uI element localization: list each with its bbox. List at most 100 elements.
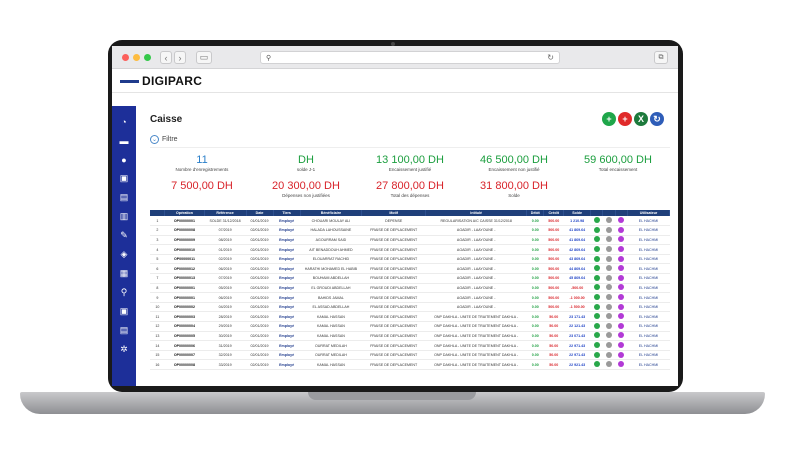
edit-icon[interactable] xyxy=(593,246,600,253)
table-row[interactable]: 10 OP00000002 04/2019 02/01/2019 Employé EL A… xyxy=(150,302,670,313)
minimize-window-button[interactable] xyxy=(133,54,140,61)
table-row[interactable]: 5 OP00000011 02/2019 02/01/2019 Employé ELOUA… xyxy=(150,254,670,265)
credit-cell: 500.00 xyxy=(543,254,564,265)
view-icon[interactable] xyxy=(606,284,613,291)
table-row[interactable]: 9 OP00000001 06/2019 02/01/2019 Employé BAHID… xyxy=(150,292,670,303)
delete-icon[interactable] xyxy=(618,303,625,310)
sidebar-item-12[interactable]: ✲ xyxy=(112,340,136,359)
table-row[interactable]: 13 OP00000005 30/2019 02/01/2019 Employé KAMA… xyxy=(150,331,670,342)
table-row[interactable]: 2 OP00000008 07/2019 02/01/2019 Employé HALAD… xyxy=(150,225,670,236)
table-row[interactable]: 3 OP00000009 08/2019 02/01/2019 Employé AGOUR… xyxy=(150,235,670,246)
delete-icon[interactable] xyxy=(618,284,625,291)
view-icon[interactable] xyxy=(606,265,613,272)
delete-icon[interactable] xyxy=(618,313,625,320)
edit-icon[interactable] xyxy=(593,265,600,272)
delete-icon[interactable] xyxy=(618,342,625,349)
edit-icon[interactable] xyxy=(593,294,600,301)
table-row[interactable]: 12 OP00000004 29/2019 02/01/2019 Employé KAMA… xyxy=(150,321,670,332)
delete-icon[interactable] xyxy=(618,351,625,358)
view-icon[interactable] xyxy=(606,246,613,253)
reload-icon[interactable]: ↻ xyxy=(547,53,554,62)
table-body: 1 OP00000001 SOLDE 31/12/2018 01/01/2019 Emp… xyxy=(150,216,670,370)
add-button[interactable]: + xyxy=(602,112,616,126)
sidebar-item-3[interactable]: ▣ xyxy=(112,169,136,188)
sidebar-item-4[interactable]: ▤ xyxy=(112,188,136,207)
delete-icon[interactable] xyxy=(618,361,625,368)
edit-icon[interactable] xyxy=(593,217,600,224)
edit-icon[interactable] xyxy=(593,274,600,281)
excel-button[interactable]: X xyxy=(634,112,648,126)
view-icon[interactable] xyxy=(606,322,613,329)
table-row[interactable]: 1 OP00000001 SOLDE 31/12/2018 01/01/2019 Emp… xyxy=(150,216,670,227)
edit-icon[interactable] xyxy=(593,342,600,349)
view-icon[interactable] xyxy=(606,236,613,243)
table-row[interactable]: 14 OP00000006 31/2019 02/01/2019 Employé OURR… xyxy=(150,340,670,351)
back-button[interactable]: ‹ xyxy=(160,51,172,64)
table-row[interactable]: 4 OP00000010 01/2019 02/01/2019 Employé AIT B… xyxy=(150,244,670,255)
table-row[interactable]: 8 OP00000001 05/2019 02/01/2019 Employé EL GR… xyxy=(150,283,670,294)
sidebar-item-9[interactable]: ⚲ xyxy=(112,283,136,302)
motif-cell: FRAISE DE DEPLACEMENT xyxy=(361,321,426,332)
row-action-cell xyxy=(590,273,603,284)
delete-icon[interactable] xyxy=(618,226,625,233)
tabs-overview-button[interactable]: ⧉ xyxy=(654,51,668,64)
add-expense-button[interactable]: + xyxy=(618,112,632,126)
url-bar[interactable]: ⚲ ↻ xyxy=(260,51,560,64)
edit-icon[interactable] xyxy=(593,236,600,243)
maximize-window-button[interactable] xyxy=(144,54,151,61)
table-row[interactable]: 16 OP00000008 33/2019 02/01/2019 Employé KAMA… xyxy=(150,359,670,370)
view-icon[interactable] xyxy=(606,303,613,310)
filter-toggle[interactable]: ⌄ Filtre xyxy=(150,132,670,148)
edit-icon[interactable] xyxy=(593,322,600,329)
edit-icon[interactable] xyxy=(593,332,600,339)
edit-icon[interactable] xyxy=(593,226,600,233)
sidebar-item-5[interactable]: ▥ xyxy=(112,207,136,226)
intitule-cell: ONP DAKHLA - UNITE DE TRAITEMENT DAKHLA … xyxy=(425,321,527,332)
table-row[interactable]: 6 OP00000012 06/2019 02/01/2019 Employé HARAT… xyxy=(150,263,670,275)
sidebar-item-0[interactable]: ◔ xyxy=(112,112,136,131)
sidebar-item-11[interactable]: ▤ xyxy=(112,321,136,340)
debit-cell: 0.00 xyxy=(526,350,544,361)
view-icon[interactable] xyxy=(606,313,613,320)
view-icon[interactable] xyxy=(606,217,613,224)
view-icon[interactable] xyxy=(606,351,613,358)
view-icon[interactable] xyxy=(606,255,613,262)
sidebar-item-8[interactable]: ▦ xyxy=(112,264,136,283)
delete-icon[interactable] xyxy=(618,217,625,224)
table-row[interactable]: 7 OP00000013 07/2019 02/01/2019 Employé BOUHA… xyxy=(150,273,670,284)
view-icon[interactable] xyxy=(606,294,613,301)
balance-cell: -500.00 xyxy=(563,283,591,294)
sidebar-item-2[interactable]: ● xyxy=(112,150,136,169)
delete-icon[interactable] xyxy=(618,332,625,339)
stat-value: 31 800,00 DH xyxy=(480,180,548,192)
delete-icon[interactable] xyxy=(618,255,625,262)
delete-icon[interactable] xyxy=(618,294,625,301)
table-row[interactable]: 11 OP00000003 28/2019 02/01/2019 Employé KAMA… xyxy=(150,311,670,323)
delete-icon[interactable] xyxy=(618,322,625,329)
refresh-button[interactable]: ↻ xyxy=(650,112,664,126)
edit-icon[interactable] xyxy=(593,313,600,320)
toolbar-actions: + + X ↻ xyxy=(602,112,664,126)
edit-icon[interactable] xyxy=(593,361,600,368)
delete-icon[interactable] xyxy=(618,274,625,281)
sidebar-item-1[interactable]: ▬ xyxy=(112,131,136,150)
sidebar-item-10[interactable]: ▣ xyxy=(112,302,136,321)
table-row[interactable]: 15 OP00000007 32/2019 02/01/2019 Employé OURR… xyxy=(150,350,670,361)
view-icon[interactable] xyxy=(606,332,613,339)
sidebar-toggle-button[interactable]: ▭ xyxy=(196,51,212,64)
view-icon[interactable] xyxy=(606,361,613,368)
view-icon[interactable] xyxy=(606,274,613,281)
edit-icon[interactable] xyxy=(593,255,600,262)
close-window-button[interactable] xyxy=(122,54,129,61)
delete-icon[interactable] xyxy=(618,265,625,272)
delete-icon[interactable] xyxy=(618,236,625,243)
delete-icon[interactable] xyxy=(618,246,625,253)
edit-icon[interactable] xyxy=(593,303,600,310)
forward-button[interactable]: › xyxy=(174,51,186,64)
edit-icon[interactable] xyxy=(593,284,600,291)
view-icon[interactable] xyxy=(606,342,613,349)
sidebar-item-6[interactable]: ✎ xyxy=(112,226,136,245)
view-icon[interactable] xyxy=(606,226,613,233)
edit-icon[interactable] xyxy=(593,351,600,358)
sidebar-item-7[interactable]: ◈ xyxy=(112,245,136,264)
